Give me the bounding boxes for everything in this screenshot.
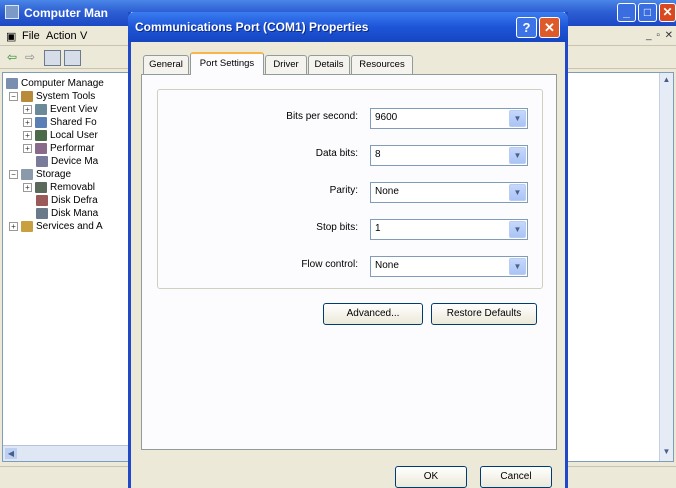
parity-select[interactable]: None ▼: [370, 182, 528, 203]
tree-item[interactable]: + Performar: [23, 142, 94, 155]
removable-storage-icon: [35, 182, 47, 193]
menu-action[interactable]: Action: [46, 30, 77, 42]
maximize-button[interactable]: □: [638, 3, 657, 22]
window-menu-icon[interactable]: ▣: [6, 30, 16, 43]
settings-group: Bits per second: 9600 ▼ Data bits: 8 ▼ P…: [157, 89, 543, 289]
computer-management-icon: [5, 5, 19, 19]
device-manager-icon: [36, 156, 48, 167]
tree-item[interactable]: + Event Viev: [23, 103, 98, 116]
tab-resources[interactable]: Resources: [351, 55, 413, 74]
back-arrow-icon[interactable]: ⇦: [4, 50, 20, 66]
flow-control-label: Flow control:: [301, 259, 358, 270]
shared-folders-icon: [35, 117, 47, 128]
dialog-title: Communications Port (COM1) Properties: [135, 20, 369, 34]
expand-icon[interactable]: +: [9, 222, 18, 231]
forward-arrow-icon[interactable]: ⇨: [22, 50, 38, 66]
tab-driver[interactable]: Driver: [265, 55, 307, 74]
show-hide-tree-icon[interactable]: [64, 50, 81, 66]
disk-management-icon: [36, 208, 48, 219]
chevron-down-icon[interactable]: ▼: [509, 258, 526, 275]
expand-icon[interactable]: +: [23, 118, 32, 127]
menu-file[interactable]: File: [22, 30, 40, 42]
bits-per-second-select[interactable]: 9600 ▼: [370, 108, 528, 129]
advanced-button[interactable]: Advanced...: [323, 303, 423, 325]
dialog-close-button[interactable]: ✕: [539, 17, 560, 38]
tree-item[interactable]: + Local User: [23, 129, 98, 142]
tree-item[interactable]: + Services and A: [9, 220, 103, 233]
storage-icon: [21, 169, 33, 180]
services-icon: [21, 221, 33, 232]
mdi-window-buttons[interactable]: _ ▫ ✕: [646, 30, 674, 41]
chevron-down-icon[interactable]: ▼: [509, 110, 526, 127]
expand-icon[interactable]: +: [23, 105, 32, 114]
flow-control-select[interactable]: None ▼: [370, 256, 528, 277]
chevron-down-icon[interactable]: ▼: [509, 184, 526, 201]
tree-item[interactable]: + Shared Fo: [23, 116, 97, 129]
users-icon: [35, 130, 47, 141]
bg-window-title: Computer Man: [24, 6, 108, 20]
tab-details[interactable]: Details: [308, 55, 350, 74]
chevron-down-icon[interactable]: ▼: [509, 147, 526, 164]
tree-item[interactable]: + Removabl: [23, 181, 95, 194]
scroll-down-icon[interactable]: ▼: [661, 447, 672, 459]
ok-button[interactable]: OK: [395, 466, 467, 488]
tree-item[interactable]: Disk Mana: [36, 207, 98, 220]
tab-port-settings[interactable]: Port Settings: [190, 52, 264, 75]
port-properties-dialog: Communications Port (COM1) Properties ? …: [128, 12, 568, 488]
dialog-title-bar[interactable]: Communications Port (COM1) Properties ? …: [128, 12, 568, 42]
close-button[interactable]: ✕: [659, 3, 676, 22]
details-pane: ▲ ▼: [566, 72, 674, 462]
scroll-up-icon[interactable]: ▲: [661, 75, 672, 87]
event-viewer-icon: [35, 104, 47, 115]
tools-icon: [21, 91, 33, 102]
chevron-down-icon[interactable]: ▼: [509, 221, 526, 238]
details-vertical-scrollbar[interactable]: ▲ ▼: [659, 73, 673, 461]
menu-view[interactable]: V: [80, 30, 87, 42]
stop-bits-label: Stop bits:: [316, 222, 358, 233]
expand-icon[interactable]: +: [23, 183, 32, 192]
disk-defragmenter-icon: [36, 195, 48, 206]
restore-defaults-button[interactable]: Restore Defaults: [431, 303, 537, 325]
computer-icon: [6, 78, 18, 89]
collapse-icon[interactable]: −: [9, 92, 18, 101]
expand-icon[interactable]: +: [23, 131, 32, 140]
tree-horizontal-scrollbar[interactable]: ◀: [3, 445, 131, 461]
minimize-button[interactable]: _: [617, 3, 636, 22]
up-folder-icon[interactable]: [44, 50, 61, 66]
bits-per-second-label: Bits per second:: [286, 111, 358, 122]
performance-icon: [35, 143, 47, 154]
stop-bits-select[interactable]: 1 ▼: [370, 219, 528, 240]
tree-item[interactable]: − System Tools: [9, 90, 95, 103]
tab-general[interactable]: General: [143, 55, 189, 74]
scroll-left-icon[interactable]: ◀: [5, 448, 17, 459]
dialog-button-row: OK Cancel: [131, 457, 565, 488]
tree-item[interactable]: Device Ma: [36, 155, 98, 168]
tree-item[interactable]: − Storage: [9, 168, 71, 181]
collapse-icon[interactable]: −: [9, 170, 18, 179]
console-tree: Computer Manage − System Tools + Event V…: [2, 72, 132, 462]
cancel-button[interactable]: Cancel: [480, 466, 552, 488]
expand-icon[interactable]: +: [23, 144, 32, 153]
tree-item[interactable]: Computer Manage: [6, 77, 104, 90]
data-bits-select[interactable]: 8 ▼: [370, 145, 528, 166]
port-settings-panel: Bits per second: 9600 ▼ Data bits: 8 ▼ P…: [141, 74, 557, 450]
tree-item[interactable]: Disk Defra: [36, 194, 98, 207]
parity-label: Parity:: [329, 185, 358, 196]
data-bits-label: Data bits:: [315, 148, 358, 159]
help-button[interactable]: ?: [516, 17, 537, 38]
